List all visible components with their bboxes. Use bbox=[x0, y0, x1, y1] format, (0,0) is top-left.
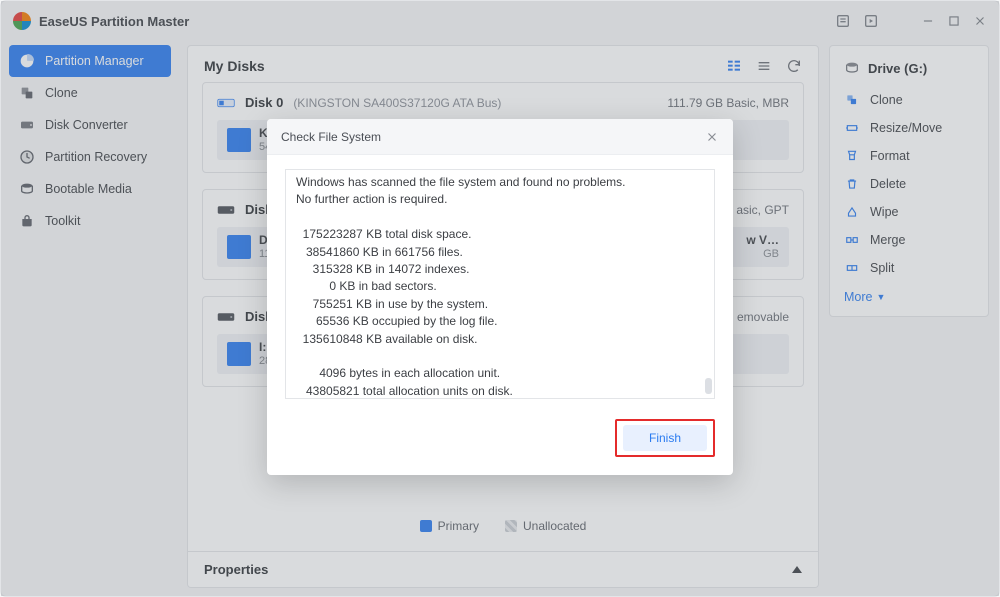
log-output: Windows has scanned the file system and … bbox=[285, 169, 715, 399]
modal-overlay: Check File System Windows has scanned th… bbox=[1, 1, 999, 596]
check-file-system-dialog: Check File System Windows has scanned th… bbox=[267, 119, 733, 475]
dialog-close-icon[interactable] bbox=[705, 130, 719, 144]
log-line: 315328 KB in 14072 indexes. bbox=[296, 261, 704, 278]
finish-button[interactable]: Finish bbox=[623, 425, 707, 451]
log-line: 135610848 KB available on disk. bbox=[296, 331, 704, 348]
scrollbar-thumb[interactable] bbox=[705, 378, 712, 394]
log-line: 38541860 KB in 661756 files. bbox=[296, 244, 704, 261]
app-window: EaseUS Partition Master bbox=[0, 0, 1000, 597]
log-line bbox=[296, 348, 704, 365]
log-line: 43805821 total allocation units on disk. bbox=[296, 383, 704, 399]
log-line bbox=[296, 209, 704, 226]
log-line: 4096 bytes in each allocation unit. bbox=[296, 365, 704, 382]
dialog-title: Check File System bbox=[281, 130, 705, 144]
log-line: 65536 KB occupied by the log file. bbox=[296, 313, 704, 330]
log-line: Windows has scanned the file system and … bbox=[296, 174, 704, 191]
log-line: 0 KB in bad sectors. bbox=[296, 278, 704, 295]
log-line: 175223287 KB total disk space. bbox=[296, 226, 704, 243]
log-line: 755251 KB in use by the system. bbox=[296, 296, 704, 313]
dialog-titlebar: Check File System bbox=[267, 119, 733, 155]
log-line: No further action is required. bbox=[296, 191, 704, 208]
finish-highlight: Finish bbox=[615, 419, 715, 457]
